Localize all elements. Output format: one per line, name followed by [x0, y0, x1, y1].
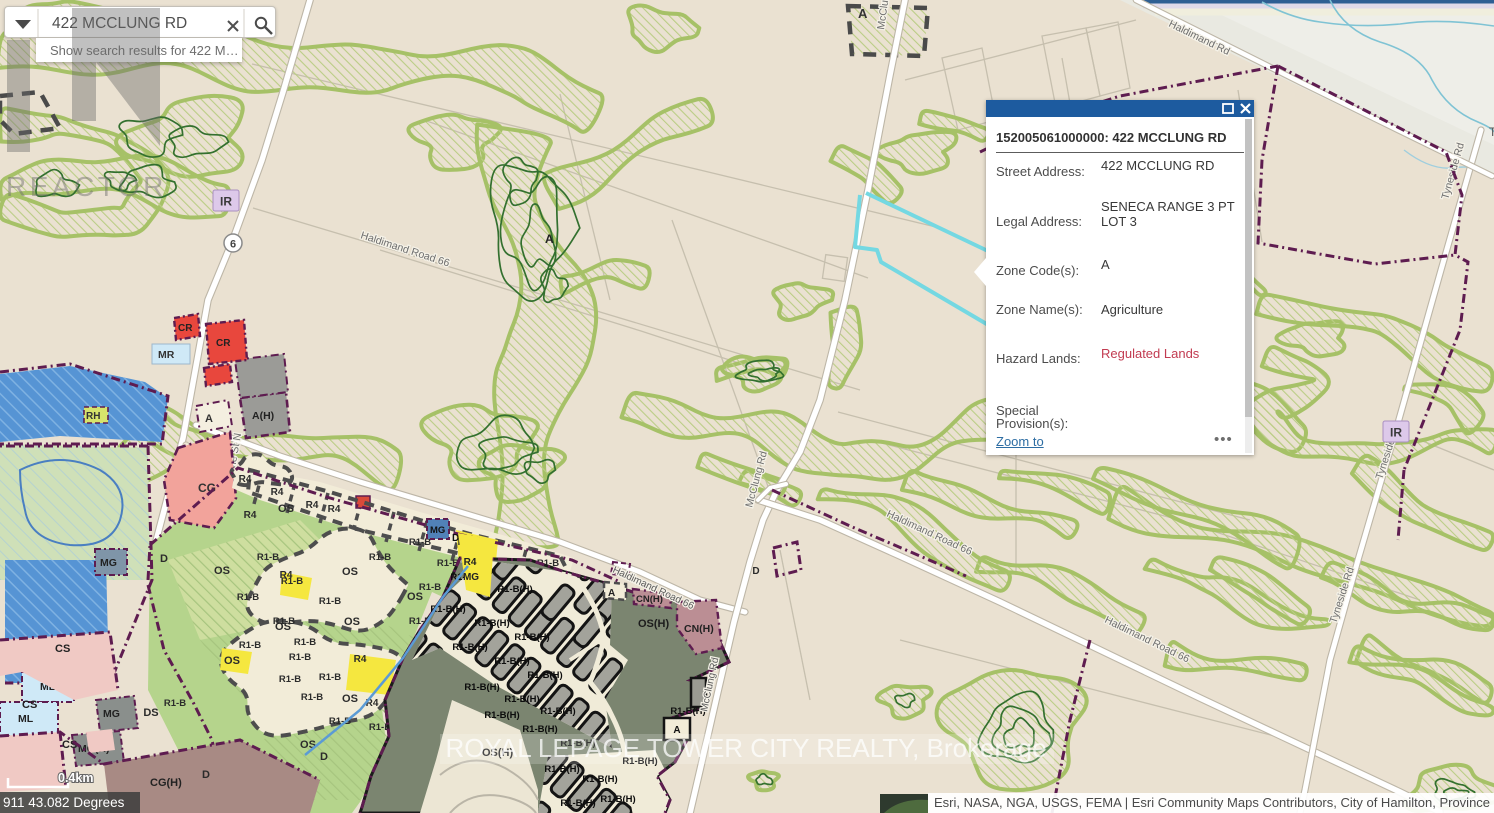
svg-text:R1-B: R1-B: [301, 692, 323, 703]
svg-text:OS: OS: [342, 693, 358, 705]
svg-text:6: 6: [230, 239, 236, 251]
svg-text:OS(H): OS(H): [482, 747, 514, 759]
svg-text:R1-B(H): R1-B(H): [560, 798, 595, 809]
svg-text:D: D: [320, 751, 328, 763]
svg-text:R1-B(H): R1-B(H): [452, 642, 487, 653]
svg-text:MG: MG: [430, 525, 445, 536]
svg-text:R1-B: R1-B: [273, 616, 295, 627]
svg-text:R1-B(H): R1-B(H): [484, 710, 519, 721]
svg-text:A: A: [545, 232, 554, 246]
svg-text:R4: R4: [464, 557, 477, 568]
svg-text:CN(H): CN(H): [684, 623, 714, 635]
svg-text:T: T: [1489, 125, 1494, 139]
svg-text:OS: OS: [214, 565, 230, 577]
svg-text:A(H): A(H): [252, 410, 274, 422]
svg-text:MG: MG: [463, 572, 479, 583]
svg-text:CR: CR: [216, 338, 231, 349]
svg-text:R1-B(H): R1-B(H): [544, 764, 579, 775]
svg-text:MR: MR: [158, 349, 175, 361]
svg-text:R1-B: R1-B: [164, 698, 186, 709]
svg-text:R4: R4: [244, 510, 257, 521]
svg-text:OS: OS: [224, 655, 240, 667]
svg-text:A: A: [205, 413, 213, 425]
svg-text:R1-B: R1-B: [257, 552, 279, 563]
svg-text:RH: RH: [86, 411, 100, 422]
svg-text:OS(H): OS(H): [638, 618, 670, 630]
svg-text:R1-B: R1-B: [294, 637, 316, 648]
svg-text:R4: R4: [306, 500, 319, 511]
svg-text:R1-B: R1-B: [239, 640, 261, 651]
svg-text:D: D: [752, 566, 759, 577]
svg-text:911 43.082 Degrees: 911 43.082 Degrees: [3, 795, 125, 810]
svg-text:R4: R4: [239, 474, 252, 485]
svg-text:D: D: [160, 553, 168, 565]
svg-text:422 MCCLUNG RD: 422 MCCLUNG RD: [52, 15, 187, 32]
svg-text:R1-B(H): R1-B(H): [514, 632, 549, 643]
svg-text:CG(H): CG(H): [150, 777, 182, 789]
svg-text:R1-B: R1-B: [281, 576, 303, 587]
svg-text:R1-B(H): R1-B(H): [474, 618, 509, 629]
svg-text:Esri, NASA, NGA, USGS, FEMA |: Esri, NASA, NGA, USGS, FEMA | Esri Commu…: [934, 795, 1494, 810]
svg-text:R1-B: R1-B: [419, 582, 441, 593]
svg-text:DS: DS: [143, 707, 158, 719]
svg-text:MG: MG: [100, 557, 117, 569]
svg-text:R4: R4: [354, 654, 367, 665]
svg-text:OS: OS: [342, 566, 358, 578]
svg-text:CS: CS: [22, 699, 37, 711]
svg-text:R1-B: R1-B: [319, 672, 341, 683]
svg-text:R1-B(H): R1-B(H): [522, 724, 557, 735]
svg-text:R1-B(H): R1-B(H): [622, 756, 657, 767]
svg-text:0.4km: 0.4km: [58, 771, 93, 785]
svg-text:R1-B(H): R1-B(H): [560, 738, 595, 749]
svg-text:ML: ML: [18, 713, 34, 725]
svg-text:CS: CS: [62, 739, 77, 751]
svg-text:R1-B(H): R1-B(H): [464, 682, 499, 693]
svg-text:IR: IR: [220, 195, 232, 209]
svg-text:A: A: [858, 6, 868, 21]
svg-text:R1-B(H): R1-B(H): [582, 774, 617, 785]
svg-text:R1-B(H): R1-B(H): [600, 794, 635, 805]
svg-text:MG: MG: [103, 708, 120, 720]
svg-text:CR: CR: [178, 323, 193, 334]
svg-text:R1-B(H): R1-B(H): [497, 584, 532, 595]
svg-text:R4: R4: [271, 487, 284, 498]
svg-text:R1-B(H): R1-B(H): [494, 656, 529, 667]
svg-text:IR: IR: [1390, 426, 1402, 440]
svg-text:R1-B: R1-B: [279, 674, 301, 685]
svg-text:OS: OS: [344, 616, 360, 628]
svg-text:R1-B(H): R1-B(H): [540, 706, 575, 717]
svg-text:A: A: [673, 725, 680, 736]
svg-text:R1-B(H): R1-B(H): [504, 694, 539, 705]
svg-text:CS: CS: [55, 643, 70, 655]
svg-text:R1-B: R1-B: [237, 592, 259, 603]
svg-text:R1-B(H): R1-B(H): [527, 670, 562, 681]
svg-text:D: D: [202, 769, 210, 781]
svg-text:A: A: [608, 588, 615, 599]
svg-text:R4: R4: [328, 504, 341, 515]
svg-text:R1-B: R1-B: [369, 552, 391, 563]
svg-text:OS: OS: [278, 503, 294, 515]
svg-text:R1-B: R1-B: [319, 596, 341, 607]
svg-text:CG: CG: [198, 481, 216, 495]
svg-text:R1-B: R1-B: [289, 652, 311, 663]
svg-text:D: D: [452, 533, 459, 544]
